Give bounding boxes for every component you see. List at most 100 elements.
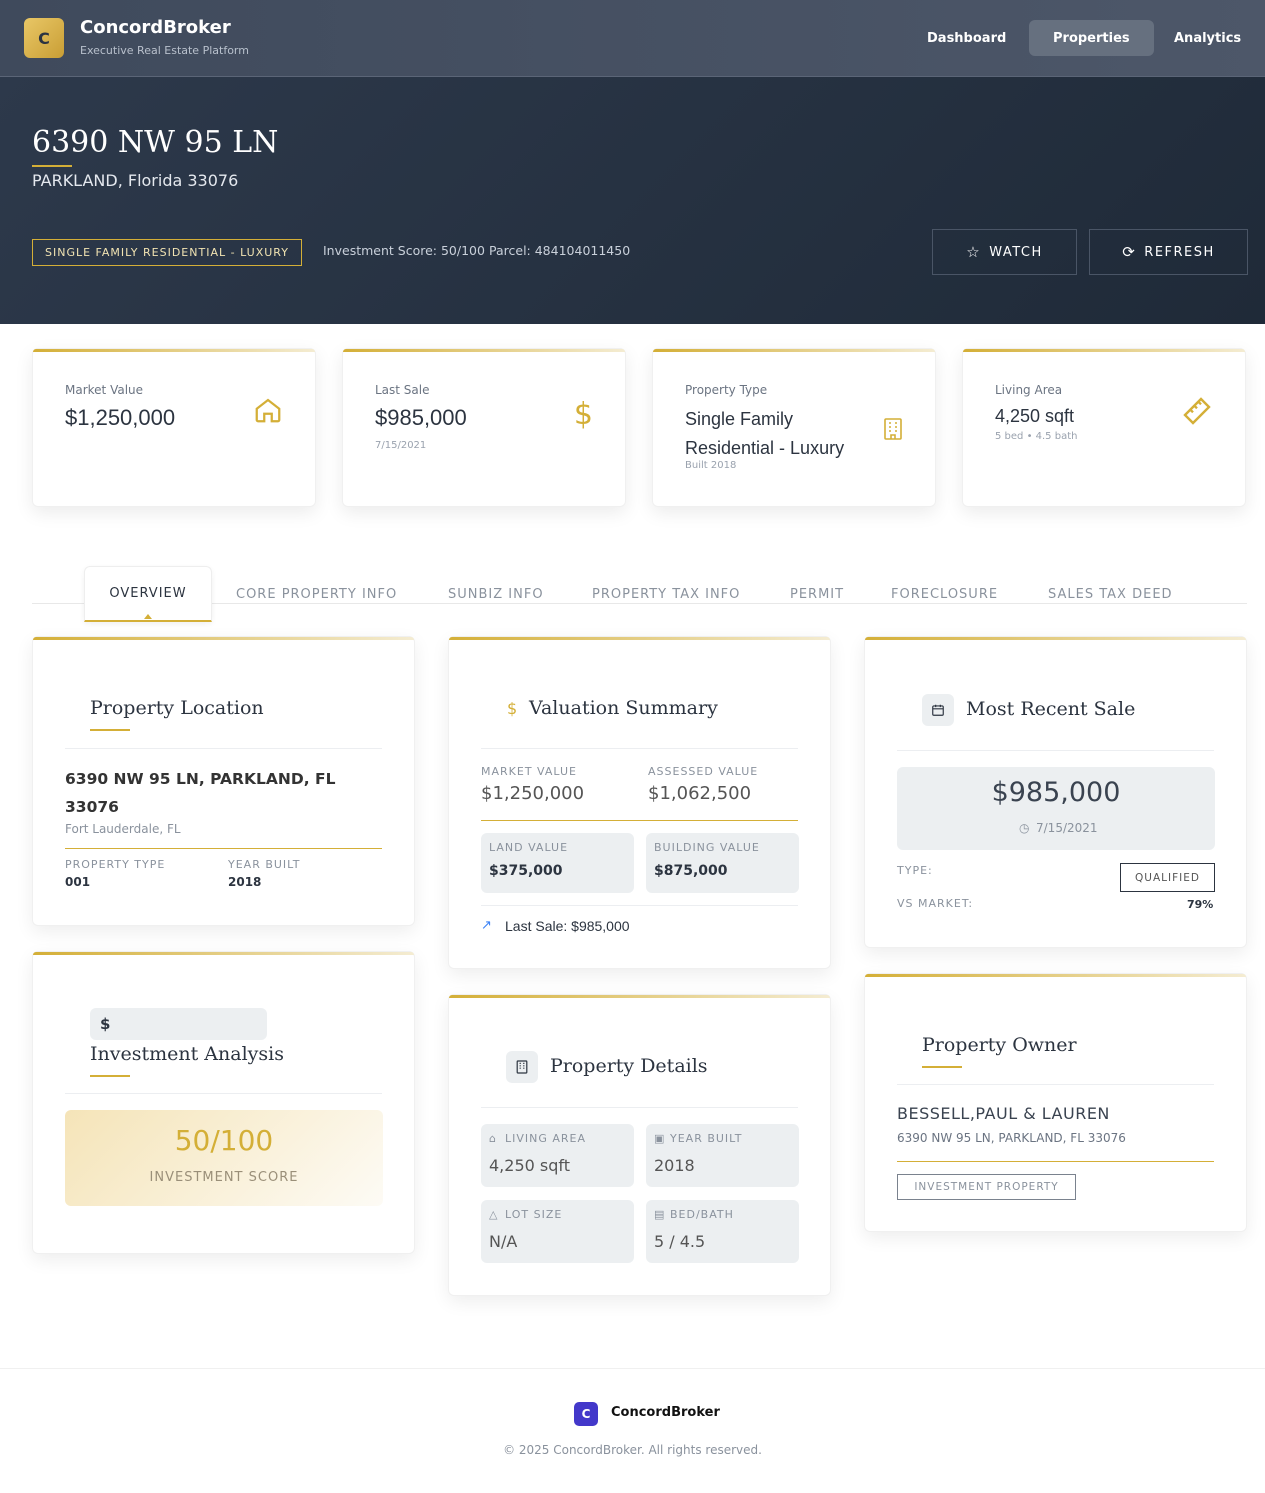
stat-card-living-area: Living Area 4,250 sqft 5 bed • 4.5 bath: [962, 348, 1246, 507]
brand-name[interactable]: ConcordBroker: [80, 17, 231, 38]
nav-analytics[interactable]: Analytics: [1150, 20, 1265, 56]
tab-property-tax-info[interactable]: PROPERTY TAX INFO: [592, 566, 740, 622]
investment-score-label: INVESTMENT SCORE: [149, 1170, 299, 1185]
most-recent-sale-card: Most Recent Sale $985,000 ◷ 7/15/2021 TY…: [864, 636, 1247, 948]
dollar-icon: $: [573, 397, 593, 432]
sale-date: 7/15/2021: [1036, 821, 1098, 835]
property-city-line: PARKLAND, Florida 33076: [32, 171, 239, 190]
investment-property-badge: INVESTMENT PROPERTY: [897, 1174, 1076, 1200]
year-built-box: ▣ YEAR BUILT 2018: [646, 1124, 799, 1187]
divider: [481, 1107, 798, 1108]
qualified-badge: QUALIFIED: [1120, 863, 1215, 892]
investment-analysis-card: $ Investment Analysis 50/100 INVESTMENT …: [32, 951, 415, 1254]
tab-core-property-info[interactable]: CORE PROPERTY INFO: [236, 566, 397, 622]
gold-divider: [481, 820, 798, 821]
building-icon: [506, 1051, 538, 1083]
nav-properties[interactable]: Properties: [1029, 20, 1154, 56]
land-value: $375,000: [489, 863, 563, 879]
investment-score-value: 50/100: [174, 1124, 274, 1157]
lot-icon: △: [489, 1208, 499, 1221]
card-title: Property Location: [90, 697, 264, 719]
divider: [897, 1084, 1214, 1085]
stat-label: Living Area: [995, 383, 1063, 397]
year-built-value: 2018: [228, 875, 262, 889]
tab-sunbiz-info[interactable]: SUNBIZ INFO: [448, 566, 544, 622]
vs-market-label: VS MARKET:: [897, 897, 974, 910]
year-built-label: YEAR BUILT: [228, 858, 301, 871]
calendar-icon: [922, 694, 954, 726]
stat-card-last-sale: Last Sale $985,000 7/15/2021 $: [342, 348, 626, 507]
divider: [481, 905, 798, 906]
investment-score-panel: 50/100 INVESTMENT SCORE: [65, 1110, 383, 1206]
title-underline: [90, 1075, 130, 1077]
brand-tagline: Executive Real Estate Platform: [80, 44, 249, 57]
lot-size-box: △ LOT SIZE N/A: [481, 1200, 634, 1263]
title-underline: [922, 1066, 962, 1068]
calendar-icon: ▣: [654, 1132, 666, 1145]
tab-sales-tax-deed[interactable]: SALES TAX DEED: [1048, 566, 1173, 622]
card-title: Valuation Summary: [529, 697, 718, 719]
owner-name: BESSELL,PAUL & LAUREN: [897, 1104, 1110, 1123]
lot-size-value: N/A: [489, 1232, 518, 1251]
market-value-label: MARKET VALUE: [481, 765, 577, 778]
year-built-label: YEAR BUILT: [670, 1132, 743, 1145]
land-value-box: LAND VALUE $375,000: [481, 833, 634, 893]
location-area: Fort Lauderdale, FL: [65, 822, 181, 836]
stat-card-market-value: Market Value $1,250,000: [32, 348, 316, 507]
dollar-icon: $: [507, 699, 518, 718]
card-title: Property Details: [550, 1055, 708, 1077]
dollar-icon: $: [90, 1008, 267, 1040]
bed-bath-value: 5 / 4.5: [654, 1232, 706, 1251]
assessed-value: $1,062,500: [648, 783, 752, 804]
land-value-label: LAND VALUE: [489, 841, 569, 854]
divider: [481, 748, 798, 749]
star-icon: ☆: [966, 243, 982, 261]
bed-bath-label: BED/BATH: [670, 1208, 734, 1221]
market-value: $1,250,000: [481, 783, 585, 804]
card-title: Most Recent Sale: [966, 698, 1136, 720]
living-area-label: LIVING AREA: [505, 1132, 587, 1145]
nav-dashboard[interactable]: Dashboard: [903, 20, 1030, 56]
property-address-title: 6390 NW 95 LN: [32, 125, 279, 160]
location-address: 6390 NW 95 LN, PARKLAND, FL 33076: [65, 770, 336, 816]
property-type-label: PROPERTY TYPE: [65, 858, 166, 871]
bed-icon: ▤: [654, 1208, 666, 1221]
card-title: Investment Analysis: [90, 1043, 284, 1065]
watch-button[interactable]: ☆ WATCH: [932, 229, 1077, 275]
divider: [65, 748, 382, 749]
property-hero: 6390 NW 95 LN PARKLAND, Florida 33076 SI…: [0, 77, 1265, 324]
building-value-label: BUILDING VALUE: [654, 841, 760, 854]
top-nav: C ConcordBroker Executive Real Estate Pl…: [0, 0, 1265, 77]
footer: C ConcordBroker © 2025 ConcordBroker. Al…: [0, 1368, 1265, 1493]
divider: [897, 750, 1214, 751]
ruler-icon: [1181, 395, 1213, 434]
stat-card-property-type: Property Type Single Family Residential …: [652, 348, 936, 507]
tab-foreclosure[interactable]: FORECLOSURE: [891, 566, 998, 622]
sale-price: $985,000: [991, 777, 1121, 808]
stat-note: Built 2018: [685, 460, 737, 471]
home-icon: ⌂: [489, 1132, 497, 1145]
last-sale-text: Last Sale: $985,000: [505, 918, 630, 934]
sale-price-panel: $985,000 ◷ 7/15/2021: [897, 767, 1215, 850]
lot-size-label: LOT SIZE: [505, 1208, 563, 1221]
assessed-value-label: ASSESSED VALUE: [648, 765, 759, 778]
stat-value: 4,250 sqft: [995, 406, 1075, 426]
stat-value: Single Family Residential - Luxury: [685, 409, 845, 458]
year-built-value: 2018: [654, 1156, 695, 1175]
property-type-value: 001: [65, 875, 91, 889]
property-details-card: Property Details ⌂ LIVING AREA 4,250 sqf…: [448, 994, 831, 1296]
property-owner-card: Property Owner BESSELL,PAUL & LAUREN 639…: [864, 973, 1247, 1232]
footer-logo: C: [574, 1402, 598, 1426]
clock-icon: ◷: [1019, 821, 1030, 835]
trending-up-icon: ↗: [481, 918, 492, 933]
stat-label: Market Value: [65, 383, 144, 397]
building-value: $875,000: [654, 863, 728, 879]
refresh-button[interactable]: ⟳ REFRESH: [1089, 229, 1248, 275]
valuation-summary-card: $ Valuation Summary MARKET VALUE $1,250,…: [448, 636, 831, 969]
owner-address: 6390 NW 95 LN, PARKLAND, FL 33076: [897, 1131, 1126, 1145]
tab-permit[interactable]: PERMIT: [790, 566, 844, 622]
stat-note: 5 bed • 4.5 bath: [995, 431, 1078, 442]
living-area-box: ⌂ LIVING AREA 4,250 sqft: [481, 1124, 634, 1187]
logo[interactable]: C: [24, 18, 64, 58]
stat-label: Property Type: [685, 383, 768, 397]
